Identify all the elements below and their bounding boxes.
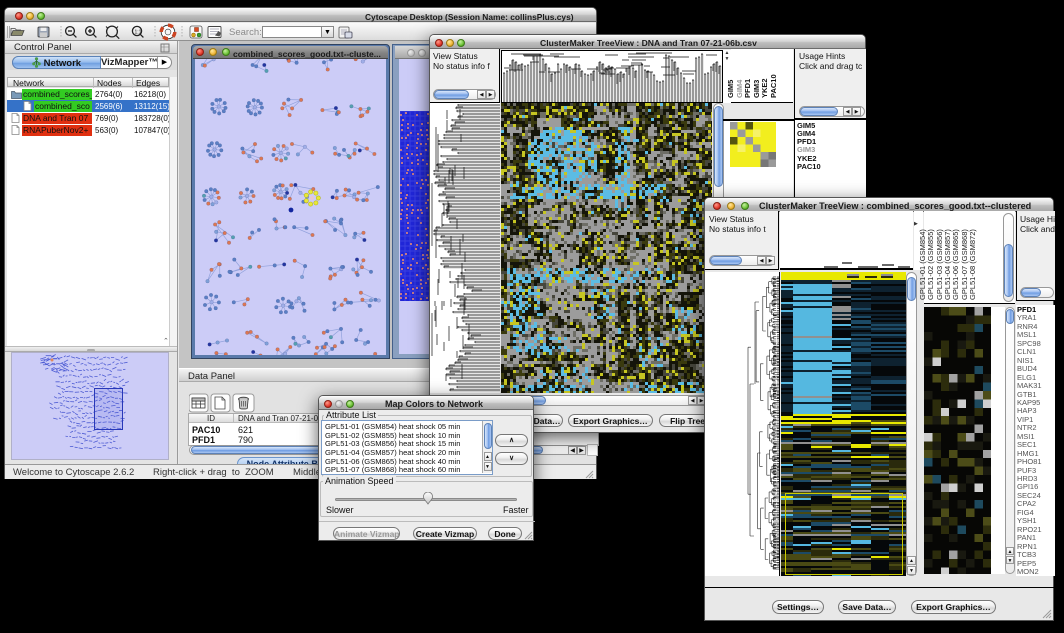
svg-text:1:1: 1:1 (135, 30, 142, 36)
